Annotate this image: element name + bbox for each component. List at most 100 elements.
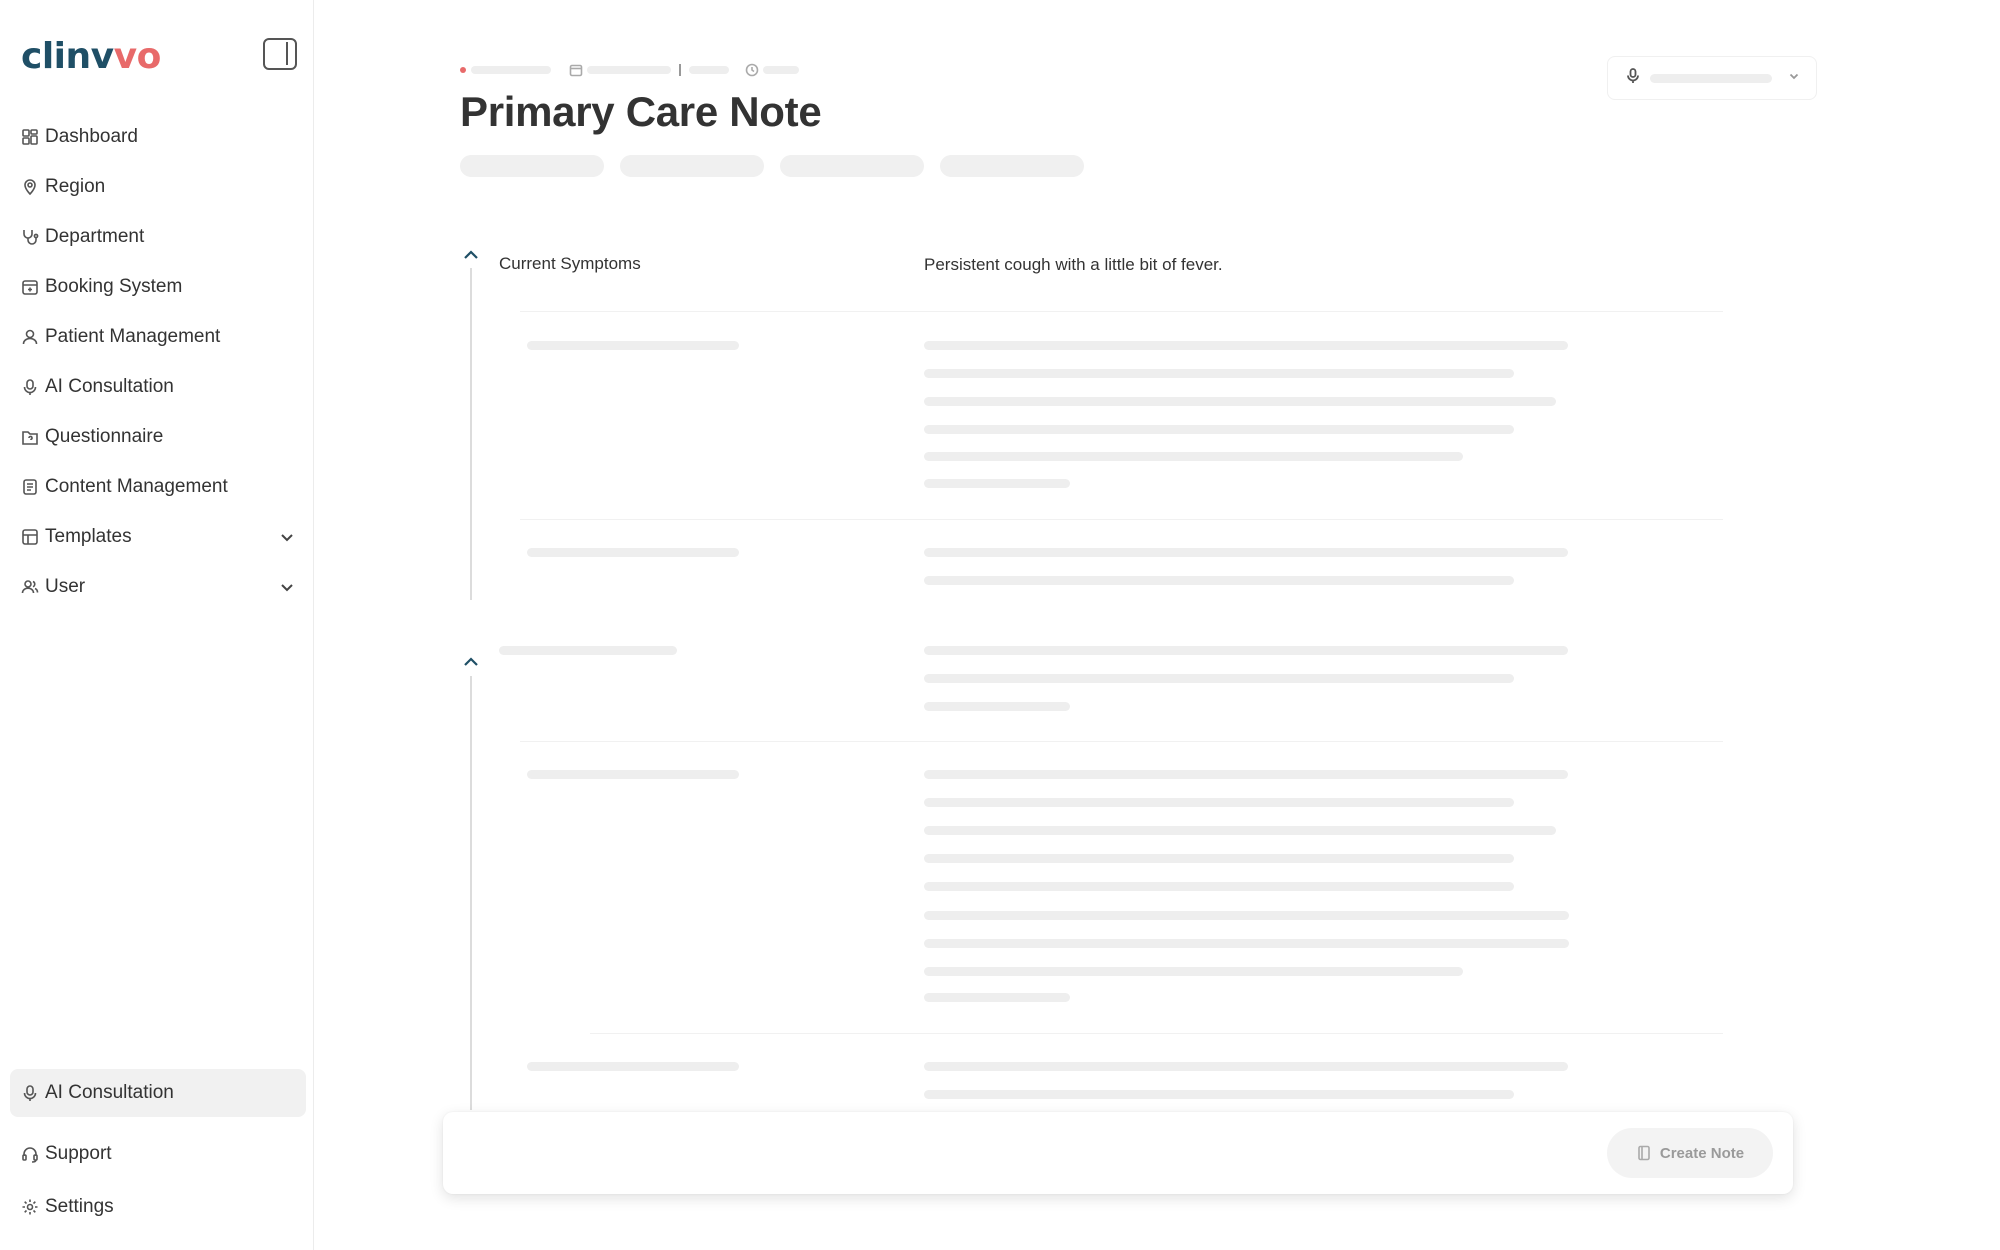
section-timeline bbox=[470, 676, 472, 1110]
sidebar-item-label: Content Management bbox=[45, 476, 228, 497]
chevron-down-icon[interactable] bbox=[278, 578, 296, 596]
sidebar-item-label: AI Consultation bbox=[45, 376, 174, 397]
skeleton-label bbox=[499, 646, 677, 655]
divider bbox=[520, 311, 1723, 312]
sidebar-item-label: Questionnaire bbox=[45, 426, 164, 447]
headset-icon bbox=[21, 1145, 39, 1163]
sidebar-item-questionnaire[interactable]: Questionnaire bbox=[10, 412, 306, 462]
chip-skeleton bbox=[940, 155, 1084, 177]
skeleton-line bbox=[924, 548, 1568, 557]
sidebar-item-label: Dashboard bbox=[45, 126, 138, 147]
sidebar: clinvvo Dashboard Region Department Book… bbox=[0, 0, 314, 1250]
sidebar-item-templates[interactable]: Templates bbox=[10, 512, 306, 562]
sidebar-item-ai-consultation-active[interactable]: AI Consultation bbox=[10, 1069, 306, 1117]
microphone-select[interactable] bbox=[1607, 56, 1817, 100]
sidebar-bottom-nav: AI Consultation Support Settings bbox=[10, 1069, 306, 1233]
sidebar-item-label: Booking System bbox=[45, 276, 183, 297]
sidebar-item-ai-consultation[interactable]: AI Consultation bbox=[10, 362, 306, 412]
users-icon bbox=[21, 578, 39, 596]
skeleton-line bbox=[924, 798, 1514, 807]
divider bbox=[520, 741, 1723, 742]
main-content: Primary Care Note Current Symptoms Persi… bbox=[315, 0, 2000, 1250]
meta-skeleton bbox=[587, 66, 671, 74]
page-title: Primary Care Note bbox=[460, 88, 822, 135]
skeleton-line bbox=[924, 646, 1568, 655]
chip-skeleton bbox=[780, 155, 924, 177]
sidebar-item-label: Settings bbox=[45, 1195, 114, 1217]
select-value-skeleton bbox=[1650, 73, 1772, 83]
sidebar-item-settings[interactable]: Settings bbox=[10, 1180, 306, 1233]
clock-icon bbox=[745, 63, 759, 77]
section-label: Current Symptoms bbox=[499, 254, 641, 273]
skeleton-line bbox=[924, 674, 1514, 683]
gear-icon bbox=[21, 1198, 39, 1216]
skeleton-line bbox=[924, 826, 1556, 835]
skeleton-line bbox=[924, 702, 1070, 711]
skeleton-line bbox=[924, 341, 1568, 350]
chip-skeleton bbox=[460, 155, 604, 177]
mic-icon bbox=[21, 378, 39, 396]
sidebar-item-department[interactable]: Department bbox=[10, 212, 306, 262]
grid-icon bbox=[21, 128, 39, 146]
sidebar-item-user[interactable]: User bbox=[10, 562, 306, 612]
skeleton-line bbox=[924, 882, 1514, 891]
sidebar-item-support[interactable]: Support bbox=[10, 1127, 306, 1180]
sidebar-item-label: Patient Management bbox=[45, 326, 221, 347]
sidebar-item-booking-system[interactable]: Booking System bbox=[10, 262, 306, 312]
stethoscope-icon bbox=[21, 228, 39, 246]
skeleton-line bbox=[924, 854, 1514, 863]
sidebar-item-label: Templates bbox=[45, 526, 132, 547]
sidebar-item-label: User bbox=[45, 576, 86, 597]
logo-accent: vo bbox=[113, 36, 162, 77]
note-meta-row bbox=[460, 62, 799, 78]
folder-question-icon bbox=[21, 428, 39, 446]
notebook-icon bbox=[1636, 1145, 1652, 1161]
skeleton-label bbox=[527, 770, 739, 779]
create-note-label: Create Note bbox=[1659, 1144, 1745, 1162]
sidebar-item-label: Support bbox=[45, 1142, 112, 1164]
skeleton-line bbox=[924, 425, 1514, 434]
section-value: Persistent cough with a little bit of fe… bbox=[924, 255, 1223, 274]
chevron-down-icon[interactable] bbox=[278, 528, 296, 546]
skeleton-line bbox=[924, 967, 1463, 976]
collapse-caret-icon[interactable] bbox=[462, 655, 480, 669]
sidebar-toggle-button[interactable] bbox=[263, 38, 297, 70]
mic-icon bbox=[1626, 67, 1640, 89]
skeleton-line bbox=[924, 576, 1514, 585]
map-pin-icon bbox=[21, 178, 39, 196]
sidebar-item-label: Department bbox=[45, 226, 145, 247]
skeleton-label bbox=[527, 1062, 739, 1071]
divider bbox=[590, 1033, 1723, 1034]
sidebar-item-dashboard[interactable]: Dashboard bbox=[10, 112, 306, 162]
sidebar-item-region[interactable]: Region bbox=[10, 162, 306, 212]
document-icon bbox=[21, 478, 39, 496]
skeleton-line bbox=[924, 911, 1569, 920]
status-dot bbox=[460, 67, 466, 73]
skeleton-label bbox=[527, 548, 739, 557]
logo-main: clinv bbox=[21, 36, 114, 77]
sidebar-item-patient-management[interactable]: Patient Management bbox=[10, 312, 306, 362]
collapse-caret-icon[interactable] bbox=[462, 248, 480, 262]
sidebar-item-label: AI Consultation bbox=[45, 1082, 174, 1103]
footer-action-bar: Create Note bbox=[443, 1112, 1793, 1194]
table-icon bbox=[21, 528, 39, 546]
calendar-icon bbox=[569, 63, 583, 77]
skeleton-line bbox=[924, 1062, 1568, 1071]
skeleton-line bbox=[924, 397, 1556, 406]
app-logo[interactable]: clinvvo bbox=[21, 36, 161, 77]
create-note-button[interactable]: Create Note bbox=[1607, 1128, 1773, 1178]
meta-separator bbox=[679, 64, 681, 76]
skeleton-line bbox=[924, 452, 1463, 461]
skeleton-line bbox=[924, 369, 1514, 378]
sidebar-nav: Dashboard Region Department Booking Syst… bbox=[10, 112, 306, 612]
calendar-plus-icon bbox=[21, 278, 39, 296]
section-timeline bbox=[470, 268, 472, 600]
mic-icon bbox=[21, 1084, 39, 1102]
sidebar-item-content-management[interactable]: Content Management bbox=[10, 462, 306, 512]
meta-skeleton bbox=[689, 66, 729, 74]
tag-chips bbox=[460, 155, 1084, 177]
divider bbox=[520, 519, 1723, 520]
skeleton-line bbox=[924, 939, 1569, 948]
chevron-down-icon bbox=[1788, 69, 1800, 87]
skeleton-line bbox=[924, 993, 1070, 1002]
